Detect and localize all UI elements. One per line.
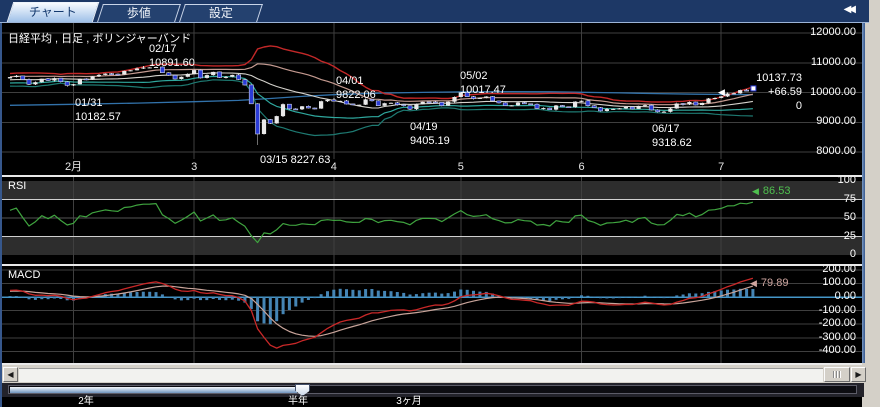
price-annotation: 06/179318.62 bbox=[652, 122, 692, 150]
macd-marker-icon: ◀ bbox=[750, 278, 757, 288]
svg-text:5: 5 bbox=[458, 161, 464, 173]
range-slider-thumb[interactable] bbox=[295, 384, 310, 396]
price-axis-label: 8000.00 bbox=[816, 145, 856, 158]
tab-chart[interactable]: チャート bbox=[7, 2, 99, 22]
price-axis-label: 10000.00 bbox=[810, 86, 856, 99]
macd-axis-label: 200.00 bbox=[822, 266, 856, 276]
tab-price-steps-label: 歩値 bbox=[101, 5, 177, 22]
price-marker-icon: ◀ bbox=[718, 85, 725, 99]
range-slider-track[interactable] bbox=[8, 385, 857, 394]
scrollbar-track[interactable] bbox=[19, 368, 823, 382]
scroll-left-button[interactable]: ◀ bbox=[3, 367, 18, 382]
price-axis-label: 12000.00 bbox=[810, 26, 856, 39]
rsi-chart bbox=[2, 177, 862, 264]
extra-value: 0 bbox=[718, 99, 802, 113]
range-label-halfyear[interactable]: 半年 bbox=[288, 397, 308, 407]
tab-chart-label: チャート bbox=[11, 3, 95, 22]
range-slider-row bbox=[2, 383, 864, 397]
scrollbar-grip-icon bbox=[833, 371, 841, 378]
rsi-axis-label: 100 bbox=[838, 177, 856, 187]
range-label-2years[interactable]: 2年 bbox=[78, 397, 94, 407]
rsi-axis-label: 75 bbox=[844, 193, 856, 206]
svg-text:3: 3 bbox=[191, 161, 197, 173]
price-annotation: 04/199405.19 bbox=[410, 120, 450, 148]
price-axis-label: 11000.00 bbox=[811, 56, 856, 69]
svg-text:6: 6 bbox=[578, 161, 584, 173]
scroll-right-button[interactable]: ▶ bbox=[851, 367, 866, 382]
range-slider-fill bbox=[10, 387, 297, 393]
rsi-axis-label: 25 bbox=[844, 230, 856, 243]
price-annotation: 02/1710891.60 bbox=[149, 42, 195, 70]
macd-chart bbox=[2, 266, 862, 363]
rsi-panel[interactable]: RSI ◀86.53 100 75 50 25 0 bbox=[2, 177, 862, 264]
price-annotation: 04/019822.06 bbox=[336, 74, 376, 102]
price-annotation: 01/3110182.57 bbox=[75, 96, 121, 124]
svg-text:4: 4 bbox=[331, 161, 337, 173]
macd-axis-label: -400.00 bbox=[819, 344, 856, 357]
price-annotation: 03/15 8227.63 bbox=[260, 153, 330, 167]
macd-axis-label: -300.00 bbox=[819, 331, 856, 344]
svg-text:7: 7 bbox=[718, 161, 724, 173]
range-label-3months[interactable]: 3ヶ月 bbox=[396, 397, 422, 407]
chart-application-window: チャート 歩値 設定 ◀◀ 2月34567 日経平均 , 日足 , ボリンジャー… bbox=[0, 0, 880, 407]
main-chart-panel[interactable]: 2月34567 日経平均 , 日足 , ボリンジャーバンド 10137.73 ◀… bbox=[2, 23, 862, 175]
rsi-label: RSI bbox=[8, 180, 26, 192]
right-border bbox=[862, 23, 865, 363]
horizontal-scrollbar: ◀ ▶ bbox=[2, 366, 866, 383]
macd-panel[interactable]: MACD ◀79.89 200.00100.000.00-100.00-200.… bbox=[2, 266, 862, 363]
rsi-marker-icon: ◀ bbox=[752, 186, 759, 196]
macd-axis-label: -100.00 bbox=[819, 304, 856, 317]
panel-separator bbox=[2, 363, 862, 365]
scrollbar-thumb[interactable] bbox=[824, 367, 850, 382]
price-change: +66.59 bbox=[768, 86, 802, 98]
collapse-panel-icon[interactable]: ◀◀ bbox=[844, 4, 853, 15]
current-price: 10137.73 bbox=[718, 71, 802, 85]
rsi-axis-label: 50 bbox=[844, 211, 856, 224]
tab-settings[interactable]: 設定 bbox=[179, 4, 263, 22]
tab-price-steps[interactable]: 歩値 bbox=[97, 4, 181, 22]
current-price-box: 10137.73 ◀ +66.59 0 bbox=[718, 71, 802, 113]
macd-axis-label: -200.00 bbox=[819, 317, 856, 330]
tab-bar: チャート 歩値 設定 ◀◀ bbox=[0, 0, 869, 23]
rsi-axis-label: 0 bbox=[850, 248, 856, 261]
tab-settings-label: 設定 bbox=[183, 5, 259, 22]
macd-current-value: ◀79.89 bbox=[750, 277, 788, 289]
macd-axis-label: 0.00 bbox=[835, 290, 856, 303]
range-labels: 2年 半年 3ヶ月 bbox=[2, 397, 862, 407]
price-axis-label: 9000.00 bbox=[816, 115, 856, 128]
rsi-current-value: ◀86.53 bbox=[752, 185, 790, 197]
macd-axis-label: 100.00 bbox=[822, 276, 856, 289]
macd-label: MACD bbox=[8, 269, 40, 281]
svg-text:2月: 2月 bbox=[65, 161, 82, 173]
price-annotation: 05/0210017.47 bbox=[460, 69, 506, 97]
